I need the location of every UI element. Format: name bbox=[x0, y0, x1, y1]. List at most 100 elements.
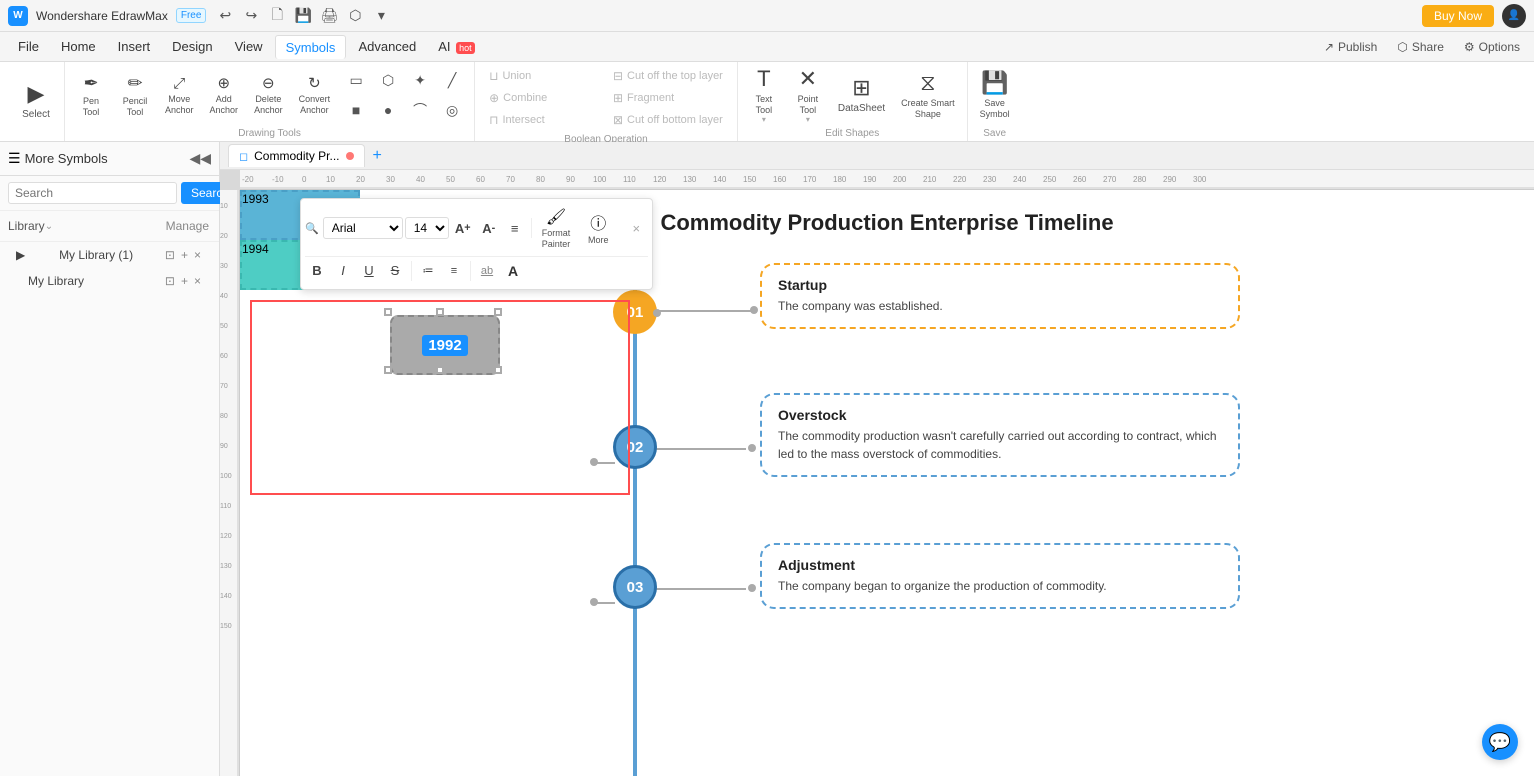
user-avatar[interactable]: 👤 bbox=[1502, 4, 1526, 28]
arc-shape-tool[interactable]: ⌒ bbox=[406, 96, 434, 124]
intersect-button[interactable]: ⊓ Intersect bbox=[483, 110, 605, 130]
canvas-content[interactable]: Commodity Production Enterprise Timeline… bbox=[240, 190, 1534, 776]
svg-text:100: 100 bbox=[593, 175, 607, 184]
handle-tr[interactable] bbox=[494, 308, 502, 316]
star-shape-tool[interactable]: ✦ bbox=[406, 66, 434, 94]
font-size-select[interactable]: 14 bbox=[405, 217, 449, 239]
toolbar-section-select: ▶ Select bbox=[8, 62, 65, 141]
menu-design[interactable]: Design bbox=[162, 35, 222, 58]
rect-shape-tool[interactable]: ▭ bbox=[342, 66, 370, 94]
menu-home[interactable]: Home bbox=[51, 35, 106, 58]
canvas-tab-commodity[interactable]: ◻ Commodity Pr... bbox=[228, 144, 365, 167]
format-painter-button[interactable]: 🖌 FormatPainter bbox=[536, 205, 577, 252]
handle-tl[interactable] bbox=[384, 308, 392, 316]
event-02-title: Overstock bbox=[778, 407, 1222, 423]
pencil-tool-button[interactable]: ✏ PencilTool bbox=[113, 63, 157, 127]
select-icon: ▶ bbox=[28, 81, 45, 107]
increase-font-size-button[interactable]: A+ bbox=[451, 216, 475, 240]
publish-button[interactable]: ↗ Publish bbox=[1318, 38, 1383, 56]
my-library-2-add-page[interactable]: ⊡ bbox=[163, 272, 177, 290]
underline-button[interactable]: U bbox=[357, 259, 381, 283]
export-button[interactable]: ⬡ bbox=[344, 5, 366, 27]
select-tool-button[interactable]: ▶ Select bbox=[14, 69, 58, 133]
save-local-button[interactable]: 💾 bbox=[292, 5, 314, 27]
decrease-font-size-button[interactable]: A- bbox=[477, 216, 501, 240]
library-dropdown[interactable]: Library bbox=[8, 219, 45, 233]
circle-shape-tool[interactable]: ● bbox=[374, 96, 402, 124]
hexagon-shape-tool[interactable]: ⬡ bbox=[374, 66, 402, 94]
handle-tm[interactable] bbox=[436, 308, 444, 316]
italic-button[interactable]: I bbox=[331, 259, 355, 283]
canvas-area[interactable]: -20 -10 0 10 20 30 40 50 60 70 80 90 100… bbox=[220, 170, 1534, 776]
svg-text:90: 90 bbox=[566, 175, 575, 184]
add-anchor-button[interactable]: ⊕ AddAnchor bbox=[202, 63, 247, 127]
ordered-list-button[interactable]: ≔ bbox=[416, 259, 440, 283]
scroll-to-bottom-fab[interactable]: 💬 bbox=[1482, 724, 1518, 760]
new-file-button[interactable]: 🗋 bbox=[266, 5, 288, 27]
menu-view[interactable]: View bbox=[225, 35, 273, 58]
buy-now-button[interactable]: Buy Now bbox=[1422, 5, 1494, 27]
my-library-1-add[interactable]: + bbox=[179, 246, 190, 264]
fragment-button[interactable]: ⊞ Fragment bbox=[607, 88, 729, 108]
text-toolbar-row-1: 🔍 Arial 14 A+ A- ≡ 🖌 bbox=[305, 203, 648, 257]
menu-advanced[interactable]: Advanced bbox=[348, 35, 426, 58]
save-symbol-button[interactable]: 💾 SaveSymbol bbox=[972, 63, 1018, 127]
cut-bottom-button[interactable]: ⊠ Cut off bottom layer bbox=[607, 110, 729, 130]
menu-ai[interactable]: AI hot bbox=[428, 35, 484, 58]
union-button[interactable]: ⊔ Union bbox=[483, 66, 605, 86]
sidebar-collapse-button[interactable]: ◀◀ bbox=[189, 150, 211, 167]
line-shape-tool[interactable]: ╱ bbox=[438, 66, 466, 94]
svg-text:200: 200 bbox=[893, 175, 907, 184]
my-library-2-item[interactable]: My Library ⊡ + × bbox=[0, 268, 219, 294]
share-button[interactable]: ⬡ Share bbox=[1391, 38, 1450, 56]
square-shape-tool[interactable]: ■ bbox=[342, 96, 370, 124]
font-family-select[interactable]: Arial bbox=[323, 217, 403, 239]
delete-anchor-button[interactable]: ⊖ DeleteAnchor bbox=[246, 63, 291, 127]
text-color-button[interactable]: A bbox=[501, 259, 525, 283]
menu-file[interactable]: File bbox=[8, 35, 49, 58]
more-options-button[interactable]: ⓘ More bbox=[578, 208, 618, 248]
pen-tool-button[interactable]: ✒ PenTool bbox=[69, 63, 113, 127]
event-02-text: The commodity production wasn't carefull… bbox=[778, 427, 1222, 463]
my-library-2-add[interactable]: + bbox=[179, 272, 190, 290]
redo-button[interactable]: ↪ bbox=[240, 5, 262, 27]
svg-text:10: 10 bbox=[220, 203, 228, 210]
eye-shape-tool[interactable]: ◎ bbox=[438, 96, 466, 124]
handle-br[interactable] bbox=[494, 366, 502, 374]
menu-bar: File Home Insert Design View Symbols Adv… bbox=[0, 32, 1534, 62]
strikethrough-button[interactable]: S bbox=[383, 259, 407, 283]
handle-bl[interactable] bbox=[384, 366, 392, 374]
text-style-ab-button[interactable]: ab bbox=[475, 259, 499, 283]
print-button[interactable]: 🖨 bbox=[318, 5, 340, 27]
text-align-button[interactable]: ≡ bbox=[503, 216, 527, 240]
datasheet-button[interactable]: ⊞ DataSheet bbox=[830, 63, 893, 127]
convert-anchor-button[interactable]: ↻ ConvertAnchor bbox=[291, 63, 339, 127]
options-button[interactable]: ⚙ Options bbox=[1458, 38, 1526, 56]
manage-button[interactable]: Manage bbox=[164, 217, 211, 235]
my-library-2-close[interactable]: × bbox=[192, 272, 203, 290]
toolbar-divider-3 bbox=[470, 261, 471, 281]
library-dropdown-arrow[interactable]: ⌄ bbox=[45, 221, 53, 232]
format-painter-label: FormatPainter bbox=[542, 228, 571, 250]
event-03-title: Adjustment bbox=[778, 557, 1222, 573]
combine-button[interactable]: ⊕ Combine bbox=[483, 88, 605, 108]
text-tool-button[interactable]: T TextTool ▾ bbox=[742, 63, 786, 127]
move-anchor-button[interactable]: ⤢ MoveAnchor bbox=[157, 63, 202, 127]
svg-text:280: 280 bbox=[1133, 175, 1147, 184]
more-dropdown-button[interactable]: ▾ bbox=[370, 5, 392, 27]
create-smart-shape-button[interactable]: ⧖ Create SmartShape bbox=[893, 63, 963, 127]
my-library-1-add-page[interactable]: ⊡ bbox=[163, 246, 177, 264]
cut-top-button[interactable]: ⊟ Cut off the top layer bbox=[607, 66, 729, 86]
my-library-1-item[interactable]: ▶ My Library (1) ⊡ + × bbox=[0, 242, 219, 268]
unordered-list-button[interactable]: ≡ bbox=[442, 259, 466, 283]
handle-bm[interactable] bbox=[436, 366, 444, 374]
point-tool-button[interactable]: ✕ PointTool ▾ bbox=[786, 63, 830, 127]
my-library-1-close[interactable]: × bbox=[192, 246, 203, 264]
search-input[interactable] bbox=[8, 182, 177, 204]
undo-button[interactable]: ↩ bbox=[214, 5, 236, 27]
add-tab-button[interactable]: + bbox=[367, 147, 388, 165]
close-toolbar-button[interactable]: × bbox=[624, 216, 648, 240]
menu-symbols[interactable]: Symbols bbox=[275, 35, 347, 59]
bold-button[interactable]: B bbox=[305, 259, 329, 283]
menu-insert[interactable]: Insert bbox=[108, 35, 161, 58]
